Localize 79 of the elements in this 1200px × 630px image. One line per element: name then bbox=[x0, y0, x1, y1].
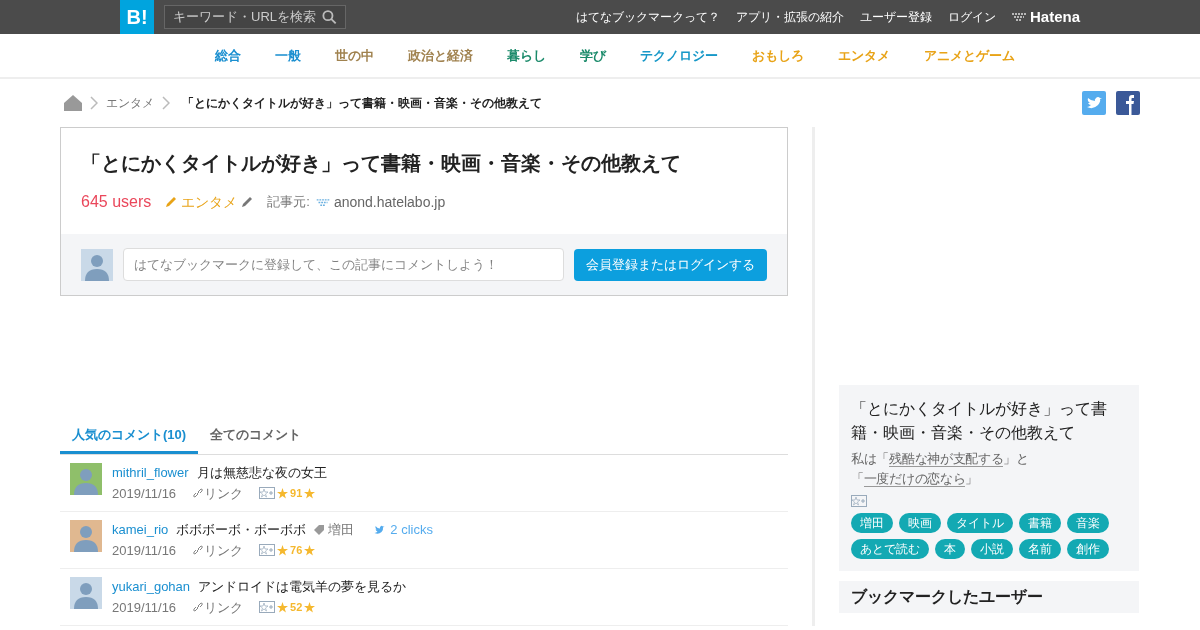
tag-chip[interactable]: 名前 bbox=[1019, 539, 1061, 559]
summary-title[interactable]: 「とにかくタイトルが好き」って書籍・映画・音楽・その他教えて bbox=[851, 397, 1127, 445]
username[interactable]: yukari_gohan bbox=[112, 577, 191, 597]
comment-tab[interactable]: 人気のコメント(10) bbox=[60, 418, 199, 454]
category-link[interactable]: エンタメ bbox=[838, 45, 890, 66]
avatar-icon bbox=[70, 463, 102, 495]
star-icon bbox=[277, 544, 289, 556]
source-label: 記事元: bbox=[267, 193, 310, 212]
link-icon bbox=[192, 544, 205, 557]
category-link[interactable]: 学び bbox=[580, 45, 606, 66]
comment-text: アンドロイドは電気羊の夢を見るか bbox=[198, 578, 407, 596]
tag-chip[interactable]: 増田 bbox=[851, 513, 893, 533]
home-icon[interactable] bbox=[64, 95, 82, 111]
header-link[interactable]: アプリ・拡張の紹介 bbox=[735, 8, 844, 26]
tag-chip[interactable]: 創作 bbox=[1067, 539, 1109, 559]
login-button[interactable]: 会員登録またはログインする bbox=[574, 248, 767, 281]
comment-date: 2019/11/16 bbox=[112, 541, 177, 560]
permalink[interactable]: リンク bbox=[204, 540, 244, 560]
header-link[interactable]: ユーザー登録 bbox=[859, 8, 932, 26]
category-link[interactable]: アニメとゲーム bbox=[924, 45, 1015, 66]
summary-link[interactable]: 残酷な神が支配する bbox=[889, 451, 1004, 467]
comment-date: 2019/11/16 bbox=[112, 598, 177, 617]
category-link[interactable]: 一般 bbox=[275, 45, 301, 66]
star-icon bbox=[304, 487, 316, 499]
star-icon bbox=[304, 544, 316, 556]
tag-chip[interactable]: 本 bbox=[935, 539, 965, 559]
facebook-icon[interactable] bbox=[1116, 91, 1140, 115]
tag-chip[interactable]: 音楽 bbox=[1067, 513, 1109, 533]
category-link[interactable]: 政治と経済 bbox=[408, 45, 473, 66]
section-heading: ブックマークしたユーザー bbox=[851, 588, 1043, 605]
header-link[interactable]: ログイン bbox=[947, 8, 996, 26]
star-icon bbox=[277, 601, 289, 613]
tag-chip[interactable]: 書籍 bbox=[1019, 513, 1061, 533]
chevron-icon bbox=[162, 96, 170, 110]
avatar-icon bbox=[81, 248, 113, 281]
username[interactable]: mithril_flower bbox=[112, 463, 189, 483]
link-icon bbox=[192, 487, 205, 500]
category-link[interactable]: 暮らし bbox=[507, 45, 546, 66]
comment-tab[interactable]: 全てのコメント bbox=[198, 418, 314, 454]
summary-link[interactable]: 一度だけの恋なら bbox=[863, 471, 966, 487]
comment-text: 月は無慈悲な夜の女王 bbox=[196, 464, 327, 482]
permalink[interactable]: リンク bbox=[204, 597, 244, 617]
category-link[interactable]: テクノロジー bbox=[640, 45, 718, 66]
click-count[interactable]: 2 clicks bbox=[390, 520, 433, 540]
tag-chip[interactable]: 小説 bbox=[971, 539, 1013, 559]
username[interactable]: kamei_rio bbox=[112, 520, 169, 540]
avatar-icon bbox=[70, 520, 102, 552]
comment-text: ボボボーボ・ボーボボ bbox=[176, 521, 307, 539]
edit-icon[interactable] bbox=[241, 196, 254, 208]
brand-name[interactable]: Hatena bbox=[1029, 5, 1080, 29]
breadcrumb-link[interactable]: エンタメ bbox=[106, 94, 154, 112]
header-link[interactable]: はてなブックマークって？ bbox=[575, 8, 720, 26]
comment-date: 2019/11/16 bbox=[112, 484, 177, 503]
category-link[interactable]: エンタメ bbox=[181, 191, 238, 213]
link-icon bbox=[192, 601, 205, 614]
summary-text: 私は「残酷な神が支配する」と「一度だけの恋なら」 bbox=[851, 450, 1030, 489]
search-icon[interactable] bbox=[322, 9, 337, 25]
breadcrumb-current: 「とにかくタイトルが好き」って書籍・映画・音楽・その他教えて bbox=[182, 95, 542, 112]
user-count[interactable]: 645 users bbox=[81, 190, 152, 214]
pencil-icon bbox=[165, 196, 178, 208]
category-link[interactable]: 総合 bbox=[215, 45, 241, 66]
tag-link[interactable]: 増田 bbox=[328, 520, 355, 540]
search-field[interactable]: キーワード・URLを検索 bbox=[164, 5, 346, 29]
category-link[interactable]: おもしろ bbox=[752, 45, 804, 66]
chevron-icon bbox=[90, 96, 98, 110]
entry-title[interactable]: 「とにかくタイトルが好き」って書籍・映画・音楽・その他教えて bbox=[81, 148, 767, 178]
twitter-icon[interactable] bbox=[1082, 91, 1106, 115]
permalink[interactable]: リンク bbox=[204, 483, 244, 503]
source-link[interactable]: anond.hatelabo.jp bbox=[333, 191, 446, 213]
tag-chip[interactable]: 映画 bbox=[899, 513, 941, 533]
tag-chip[interactable]: タイトル bbox=[947, 513, 1013, 533]
tag-chip[interactable]: あとで読む bbox=[851, 539, 929, 559]
star-icon bbox=[304, 601, 316, 613]
tag-icon bbox=[314, 524, 325, 535]
category-link[interactable]: 世の中 bbox=[335, 45, 374, 66]
avatar-icon bbox=[70, 577, 102, 609]
logo[interactable]: B! bbox=[120, 0, 154, 34]
comment-field[interactable]: はてなブックマークに登録して、この記事にコメントしよう！ bbox=[123, 248, 564, 281]
star-icon bbox=[277, 487, 289, 499]
